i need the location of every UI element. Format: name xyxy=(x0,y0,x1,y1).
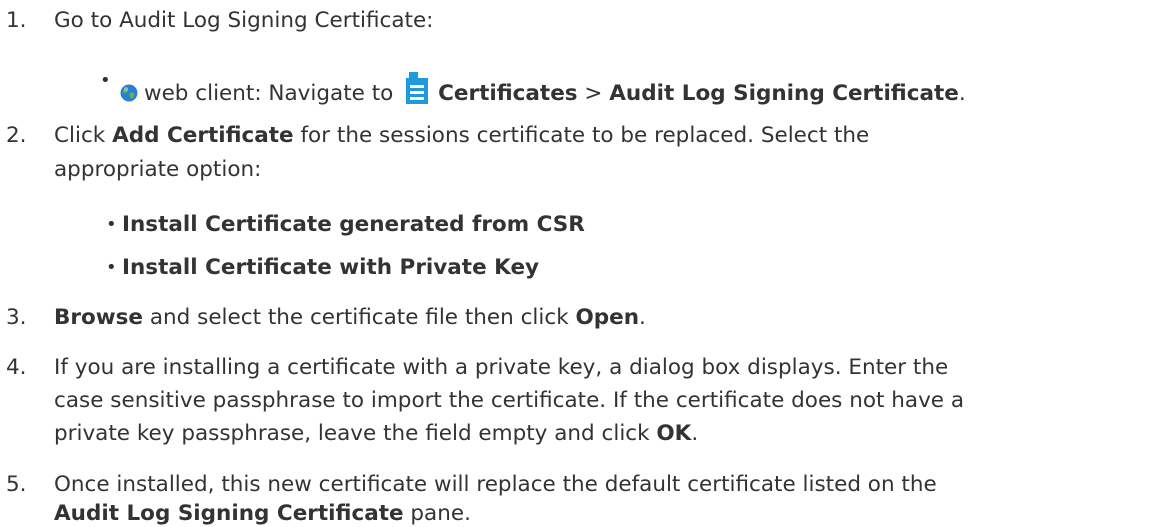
browse-label: Browse xyxy=(54,305,144,330)
globe-icon xyxy=(120,83,138,102)
step-text-continued: appropriate option: xyxy=(54,157,262,182)
certificate-document-icon xyxy=(406,72,429,104)
step-text-continued: Audit Log Signing Certificate pane. xyxy=(54,501,471,526)
step-text: Browse and select the certificate file t… xyxy=(54,305,646,330)
step-text-continued: private key passphrase, leave the field … xyxy=(54,421,698,446)
step-text: Once installed, this new certificate wil… xyxy=(54,472,937,497)
step-text-mid: and select the certificate file then cli… xyxy=(143,305,576,330)
option-install-with-private-key: Install Certificate with Private Key xyxy=(122,255,540,280)
audit-log-signing-certificate-label: Audit Log Signing Certificate xyxy=(54,501,404,526)
open-label: Open xyxy=(575,305,640,330)
bullet-dot: • xyxy=(106,214,117,235)
bullet-dot: • xyxy=(106,257,117,278)
step-number: 3. xyxy=(6,305,27,330)
step-text: If you are installing a certificate with… xyxy=(54,355,949,380)
step-text-end: pane. xyxy=(403,501,471,526)
step-text: Go to Audit Log Signing Certificate: xyxy=(54,8,434,33)
step-number: 4. xyxy=(6,355,27,380)
step-number: 2. xyxy=(6,123,27,148)
step-text: Click Add Certificate for the sessions c… xyxy=(54,123,869,148)
step-text-post: for the sessions certificate to be repla… xyxy=(293,123,870,148)
nav-audit-log-signing-certificate: Audit Log Signing Certificate xyxy=(609,81,959,106)
step-text-continued: case sensitive passphrase to import the … xyxy=(54,388,965,413)
period: . xyxy=(691,421,699,446)
bullet-line: web client: Navigate to Certificates > A… xyxy=(120,72,966,106)
nav-separator: > xyxy=(577,81,610,106)
period: . xyxy=(639,305,646,330)
bullet-dot: • xyxy=(100,70,111,91)
add-certificate-label: Add Certificate xyxy=(112,123,294,148)
step-text-pre: Click xyxy=(54,123,113,148)
ok-label: OK xyxy=(656,421,692,446)
web-client-label: web client: Navigate to xyxy=(144,81,401,106)
option-install-from-csr: Install Certificate generated from CSR xyxy=(122,212,585,237)
step-number: 1. xyxy=(6,8,27,33)
nav-certificates: Certificates xyxy=(438,81,578,106)
step-number: 5. xyxy=(6,472,27,497)
step-text-pre: private key passphrase, leave the field … xyxy=(54,421,657,446)
period: . xyxy=(958,81,966,106)
